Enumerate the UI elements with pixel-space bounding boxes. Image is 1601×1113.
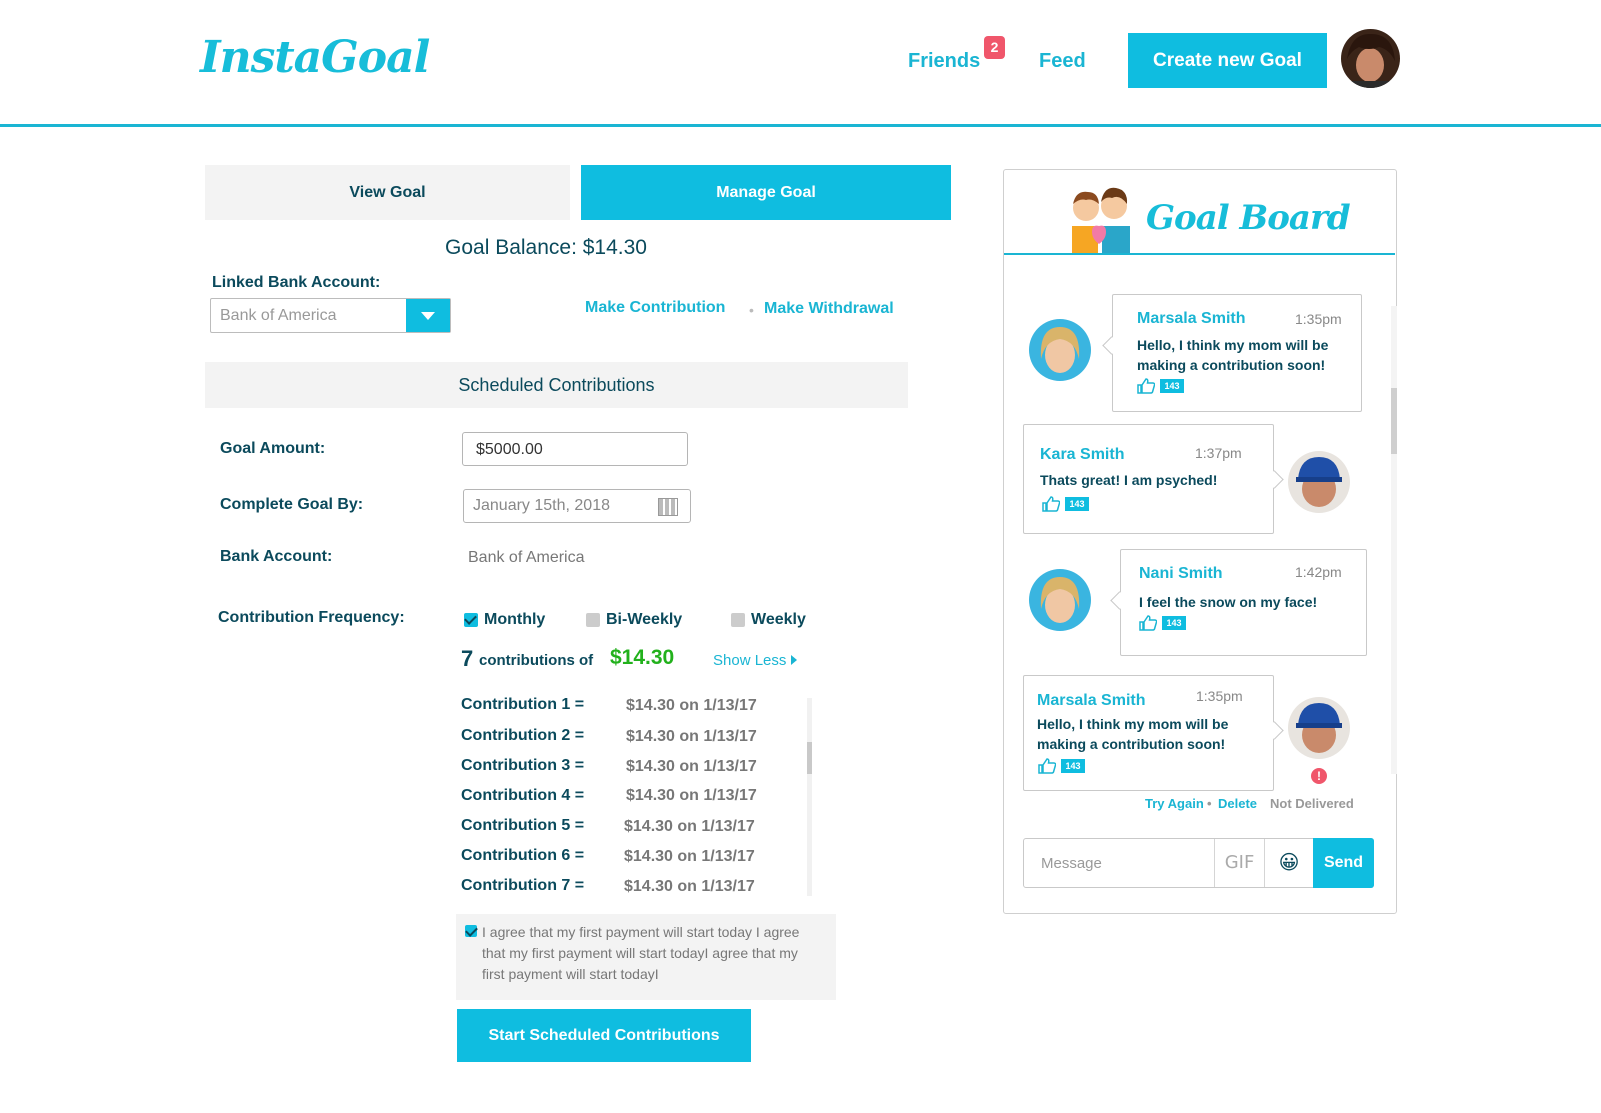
friends-notification-badge: 2 [984, 36, 1005, 59]
chevron-down-icon[interactable] [406, 299, 450, 332]
message-text: Hello, I think my mom will be making a c… [1037, 716, 1229, 752]
thumbs-up-icon[interactable] [1038, 758, 1056, 774]
agreement-checkbox[interactable] [465, 925, 477, 937]
start-scheduled-contributions-button[interactable]: Start Scheduled Contributions [457, 1009, 751, 1062]
not-delivered-status: Not Delivered [1270, 796, 1354, 811]
nav-friends-link[interactable]: Friends [908, 50, 980, 73]
thumbs-up-icon[interactable] [1137, 378, 1155, 394]
message-text: I feel the snow on my face! [1139, 594, 1318, 610]
avatar[interactable] [1288, 451, 1350, 513]
monthly-checkbox[interactable] [464, 613, 478, 627]
emoji-button[interactable]: 😀 [1264, 839, 1313, 887]
avatar[interactable] [1288, 697, 1350, 759]
goal-board-scrollbar-thumb[interactable] [1391, 388, 1397, 454]
contribution-amount: $14.30 [610, 646, 675, 669]
message-time: 1:42pm [1295, 564, 1342, 580]
contribution-row-value: $14.30 on 1/13/17 [626, 787, 757, 804]
complete-by-label: Complete Goal By: [220, 496, 364, 513]
message-text: Thats great! I am psyched! [1040, 472, 1218, 488]
calendar-icon[interactable] [658, 498, 678, 516]
bi-weekly-label[interactable]: Bi-Weekly [606, 611, 682, 629]
chat-message: Nani Smith 1:42pm I feel the snow on my … [1120, 549, 1367, 656]
action-separator: • [749, 302, 754, 318]
app-logo[interactable]: InstaGoal [200, 32, 430, 83]
complete-by-date-value: January 15th, 2018 [473, 497, 610, 514]
goal-board-divider [1004, 253, 1395, 255]
contribution-row-value: $14.30 on 1/13/17 [626, 758, 757, 775]
bi-weekly-checkbox[interactable] [586, 613, 600, 627]
error-icon: ! [1311, 768, 1327, 784]
contribution-row-label: Contribution 2 = [461, 727, 585, 744]
weekly-checkbox[interactable] [731, 613, 745, 627]
contribution-row-label: Contribution 3 = [461, 757, 585, 774]
message-sender-name[interactable]: Kara Smith [1040, 446, 1124, 464]
contribution-count-text: contributions of [479, 652, 594, 669]
like-count: 143 [1162, 616, 1186, 630]
contribution-row-value: $14.30 on 1/13/17 [626, 697, 757, 714]
monthly-label[interactable]: Monthly [484, 611, 545, 629]
goal-balance: Goal Balance: $14.30 [445, 236, 647, 259]
agreement-text: I agree that my first payment will start… [482, 924, 800, 982]
contribution-row-label: Contribution 1 = [461, 696, 585, 713]
user-avatar[interactable] [1341, 29, 1400, 88]
contribution-row-value: $14.30 on 1/13/17 [624, 878, 755, 895]
bank-account-label: Bank Account: [220, 548, 333, 565]
goal-amount-label: Goal Amount: [220, 440, 326, 457]
contribution-frequency-label: Contribution Frequency: [218, 609, 405, 626]
linked-bank-selected-value: Bank of America [220, 307, 337, 324]
message-time: 1:35pm [1295, 311, 1342, 327]
thumbs-up-icon[interactable] [1139, 615, 1157, 631]
goal-board-scrollbar[interactable] [1391, 306, 1397, 774]
message-input[interactable] [1024, 839, 1214, 887]
header-divider [0, 124, 1601, 127]
message-time: 1:37pm [1195, 445, 1242, 461]
like-count: 143 [1065, 497, 1089, 511]
avatar[interactable] [1029, 319, 1091, 381]
couple-illustration-icon [1068, 184, 1136, 254]
weekly-label[interactable]: Weekly [751, 611, 806, 629]
contributions-scrollbar-thumb[interactable] [807, 742, 812, 774]
delete-message-link[interactable]: Delete [1218, 796, 1257, 811]
chat-message: Kara Smith 1:37pm Thats great! I am psyc… [1023, 424, 1274, 534]
linked-bank-select[interactable]: Bank of America [210, 298, 451, 333]
tab-view-goal[interactable]: View Goal [205, 165, 570, 220]
contributions-scrollbar[interactable] [807, 698, 812, 896]
make-withdrawal-link[interactable]: Make Withdrawal [764, 300, 894, 318]
contribution-row-value: $14.30 on 1/13/17 [624, 818, 755, 835]
scheduled-contributions-header: Scheduled Contributions [205, 362, 908, 408]
error-action-separator: • [1207, 796, 1212, 811]
like-count: 143 [1160, 379, 1184, 393]
try-again-link[interactable]: Try Again [1145, 796, 1204, 811]
nav-feed-link[interactable]: Feed [1039, 50, 1086, 73]
goal-board-title: Goal Board [1146, 198, 1351, 238]
thumbs-up-icon[interactable] [1042, 496, 1060, 512]
show-less-link[interactable]: Show Less [713, 652, 797, 669]
make-contribution-link[interactable]: Make Contribution [585, 299, 725, 317]
contribution-row-value: $14.30 on 1/13/17 [626, 728, 757, 745]
complete-by-date-input[interactable]: January 15th, 2018 [463, 489, 691, 523]
chat-message: Marsala Smith 1:35pm Hello, I think my m… [1023, 675, 1274, 791]
contribution-count: 7 [461, 646, 474, 671]
message-text: Hello, I think my mom will be making a c… [1137, 337, 1329, 373]
chat-message: Marsala Smith 1:35pm Hello, I think my m… [1112, 294, 1362, 412]
linked-bank-label: Linked Bank Account: [212, 274, 381, 291]
contribution-row-label: Contribution 4 = [461, 787, 585, 804]
contribution-row-value: $14.30 on 1/13/17 [624, 848, 755, 865]
message-sender-name[interactable]: Nani Smith [1139, 565, 1223, 583]
tab-manage-goal[interactable]: Manage Goal [581, 165, 951, 220]
avatar[interactable] [1029, 569, 1091, 631]
contribution-row-label: Contribution 5 = [461, 817, 585, 834]
message-sender-name[interactable]: Marsala Smith [1137, 310, 1245, 328]
message-composer: GIF 😀 Send [1023, 838, 1374, 888]
contribution-row-label: Contribution 7 = [461, 877, 585, 894]
contribution-row-label: Contribution 6 = [461, 847, 585, 864]
message-sender-name[interactable]: Marsala Smith [1037, 692, 1145, 710]
gif-button[interactable]: GIF [1214, 839, 1264, 887]
bank-account-value: Bank of America [468, 549, 585, 566]
create-goal-button[interactable]: Create new Goal [1128, 33, 1327, 88]
message-time: 1:35pm [1196, 688, 1243, 704]
send-button[interactable]: Send [1313, 838, 1374, 888]
goal-amount-input[interactable]: $5000.00 [462, 432, 688, 466]
like-count: 143 [1061, 759, 1085, 773]
